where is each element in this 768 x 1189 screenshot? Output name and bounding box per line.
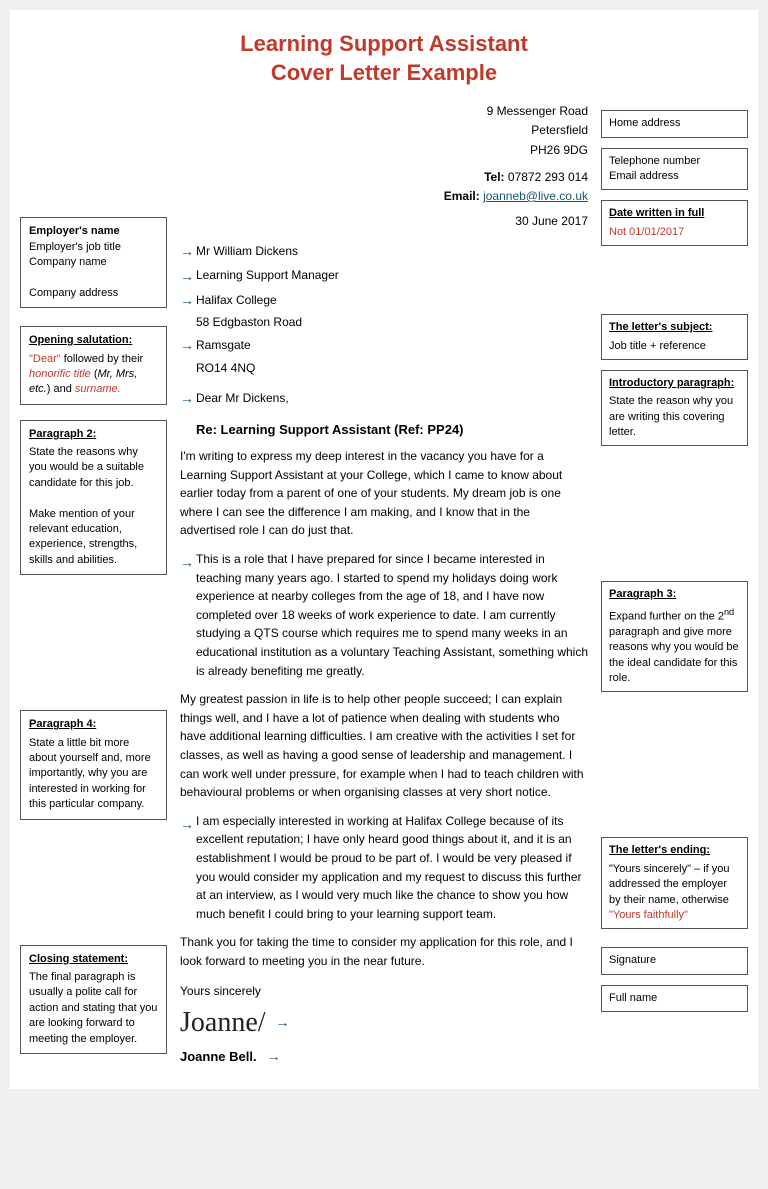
left-sidebar: Employer's name Employer's job title Com… <box>20 102 175 1069</box>
arrow-fullname: → <box>267 1044 281 1069</box>
fullname-annotation: Full name <box>601 985 748 1012</box>
paragraph-2: → This is a role that I have prepared fo… <box>180 550 588 680</box>
para2-annotation: Paragraph 2: State the reasons why you w… <box>20 420 167 576</box>
subject-line: Re: Learning Support Assistant (Ref: PP2… <box>180 422 588 437</box>
closing-block: Yours sincerely Joanne/ → Joanne Bell. → <box>180 981 588 1069</box>
full-name: Joanne Bell. <box>180 1045 257 1068</box>
closing-annotation: Closing statement: The final paragraph i… <box>20 945 167 1054</box>
employer-block: → Mr William Dickens → Learning Support … <box>180 240 588 378</box>
signature-annotation: Signature <box>601 947 748 974</box>
subject-annotation: The letter's subject: Job title + refere… <box>601 314 748 360</box>
arrow-signature: → <box>276 1010 290 1035</box>
contact-annotation: Telephone number Email address <box>601 148 748 191</box>
employer-annotation: Employer's name Employer's job title Com… <box>20 217 167 308</box>
right-sidebar: Home address Telephone number Email addr… <box>593 102 748 1069</box>
page: Learning Support Assistant Cover Letter … <box>10 10 758 1089</box>
intro-annotation: Introductory paragraph: State the reason… <box>601 370 748 447</box>
arrow-para2: → <box>180 552 194 574</box>
ending-annotation: The letter's ending: "Yours sincerely" –… <box>601 837 748 929</box>
page-title: Learning Support Assistant Cover Letter … <box>20 30 748 87</box>
paragraph-5: Thank you for taking the time to conside… <box>180 933 588 970</box>
para3-annotation: Paragraph 3: Expand further on the 2nd p… <box>601 581 748 692</box>
arrow-employer-name: → <box>180 240 194 262</box>
signature: Joanne/ <box>180 1006 266 1040</box>
arrow-company-name: → <box>180 289 194 311</box>
home-address-annotation: Home address <box>601 110 748 137</box>
arrow-para4: → <box>180 814 194 836</box>
center-content: 9 Messenger Road Petersfield PH26 9DG Te… <box>175 102 593 1069</box>
valediction: Yours sincerely <box>180 981 588 1003</box>
paragraph-4: → I am especially interested in working … <box>180 812 588 924</box>
contact-block: Tel: 07872 293 014 Email: joanneb@live.c… <box>180 168 588 206</box>
arrow-salutation: → <box>180 390 194 406</box>
date-block: 30 June 2017 <box>180 214 588 228</box>
arrow-employer-title: → <box>180 265 194 287</box>
salutation-annotation: Opening salutation: "Dear" followed by t… <box>20 326 167 405</box>
date-annotation: Date written in full Not 01/01/2017 <box>601 200 748 246</box>
salutation-line: → Dear Mr Dickens, <box>180 390 588 406</box>
employer-annotation-title: Employer's name <box>29 225 120 237</box>
para4-annotation: Paragraph 4: State a little bit more abo… <box>20 710 167 819</box>
home-address-block: 9 Messenger Road Petersfield PH26 9DG <box>180 102 588 160</box>
paragraph-3: My greatest passion in life is to help o… <box>180 690 588 802</box>
arrow-company-address: → <box>180 334 194 356</box>
paragraph-1: I'm writing to express my deep interest … <box>180 447 588 540</box>
